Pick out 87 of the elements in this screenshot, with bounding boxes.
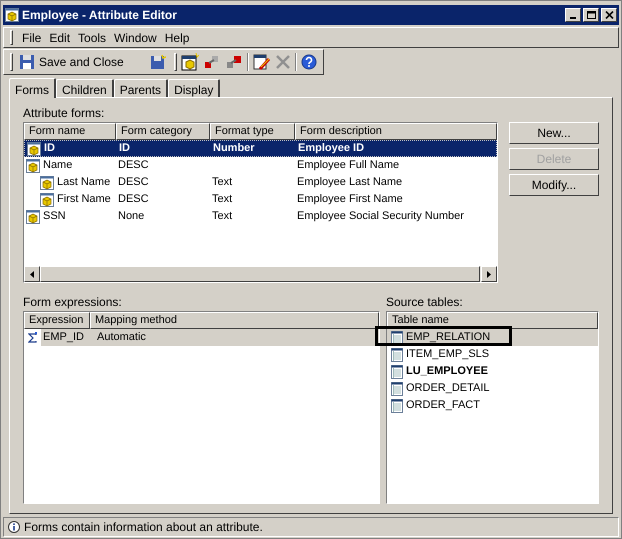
menu-item[interactable]: Tools (75, 28, 110, 46)
table-row[interactable]: ORDER_DETAIL (387, 380, 598, 397)
close-icon (604, 11, 614, 19)
table-cell-text: DESC (117, 176, 150, 188)
column-header[interactable]: Form category (116, 123, 210, 140)
maximize-icon (586, 11, 596, 19)
edit-icon[interactable] (252, 53, 271, 71)
horizontal-scrollbar[interactable] (24, 266, 497, 282)
floppy-icon[interactable] (150, 54, 166, 70)
table-cell-text: Text (211, 210, 234, 222)
tab[interactable]: Display (168, 79, 220, 97)
table-cell-text: ID (43, 141, 56, 156)
left-arrow-icon (30, 270, 34, 278)
table-icon (391, 364, 403, 378)
table-name: ITEM_EMP_SLS (406, 347, 490, 362)
form-row[interactable]: ID ID Number Employee ID (24, 140, 497, 157)
menu-item[interactable]: File (19, 28, 44, 46)
table-cell-text: EMP_ID (42, 330, 85, 346)
close-button[interactable] (601, 8, 617, 22)
table-cell-text: DESC (117, 193, 150, 206)
form-row[interactable]: Last Name DESC Text Employee Last Name (24, 174, 497, 191)
table-name: LU_EMPLOYEE (406, 364, 488, 380)
table-cell-text: Text (211, 193, 234, 206)
app-icon (5, 8, 19, 22)
cube-icon (40, 192, 54, 206)
tab[interactable]: Parents (114, 79, 168, 97)
status-text: Forms contain information about an attribute. (24, 519, 263, 536)
form-row[interactable]: SSN None Text Employee Social Security Number (24, 208, 497, 225)
column-header[interactable]: Expression (24, 312, 90, 329)
table-cell-text: Employee Last Name (296, 176, 404, 188)
table-cell-text: Text (211, 176, 234, 188)
link-icon[interactable] (224, 54, 243, 70)
form-row[interactable]: First Name DESC Text Employee First Name (24, 191, 497, 208)
tab[interactable]: Children (56, 79, 114, 97)
table-icon (391, 330, 403, 344)
sigma-icon (28, 332, 38, 344)
menu-item[interactable]: Window (111, 28, 160, 46)
form-button[interactable]: New... (509, 122, 599, 144)
floppy-icon (19, 54, 35, 70)
table-cell-text: ID (118, 142, 131, 154)
table-cell-text: None (117, 210, 146, 222)
table-cell-text: Number (212, 142, 256, 154)
table-row[interactable]: ITEM_EMP_SLS (387, 346, 598, 363)
window-title: Employee - Attribute Editor (22, 7, 177, 24)
table-cell-text: First Name (56, 192, 112, 208)
cube-icon (26, 158, 40, 172)
table-icon (391, 348, 403, 362)
table-name: ORDER_FACT (406, 398, 480, 414)
column-header[interactable]: Form description (295, 123, 497, 140)
column-header[interactable]: Mapping method (90, 312, 379, 329)
form-row[interactable]: Name DESC Employee Full Name (24, 157, 497, 174)
table-row[interactable]: LU_EMPLOYEE (387, 363, 598, 380)
right-arrow-icon (487, 270, 491, 278)
column-header[interactable]: Form name (24, 123, 116, 140)
table-name: ORDER_DETAIL (406, 381, 490, 396)
tab[interactable]: Forms (9, 78, 56, 98)
help-icon[interactable] (300, 54, 317, 70)
minimize-button[interactable] (565, 8, 581, 22)
menu-item[interactable]: Edit (46, 28, 74, 46)
table-cell-text: Employee Full Name (296, 159, 400, 172)
table-cell-text: Employee ID (297, 142, 366, 154)
section-label: Form expressions: (23, 294, 123, 311)
menu-item[interactable]: Help (162, 28, 192, 46)
table-cell-text: Employee First Name (296, 193, 404, 206)
table-name: EMP_RELATION (406, 330, 490, 346)
section-label: Source tables: (386, 294, 464, 311)
table-cell-text: Employee Social Security Number (296, 210, 465, 222)
table-row[interactable]: ORDER_FACT (387, 397, 598, 414)
maximize-button[interactable] (583, 8, 599, 22)
section-label: Attribute forms: (23, 105, 106, 122)
table-cell-text: SSN (42, 209, 67, 224)
column-header[interactable]: Format type (210, 123, 295, 140)
table-cell-text: Last Name (56, 175, 112, 190)
form-button[interactable]: Modify... (509, 174, 599, 196)
link-icon[interactable] (202, 54, 221, 70)
table-cell-text: Automatic (96, 330, 147, 346)
info-icon (8, 521, 20, 533)
cube-icon (27, 142, 41, 156)
table-cell-text: DESC (117, 159, 150, 172)
table-cell-text: Name (42, 158, 74, 174)
column-header[interactable]: Table name (387, 312, 598, 329)
table-icon (391, 382, 403, 396)
cube-icon (26, 210, 40, 224)
new-form-icon[interactable] (180, 53, 199, 71)
cube-icon (40, 176, 54, 190)
save-and-close-button[interactable]: Save and Close (17, 53, 126, 71)
table-icon (391, 398, 403, 412)
